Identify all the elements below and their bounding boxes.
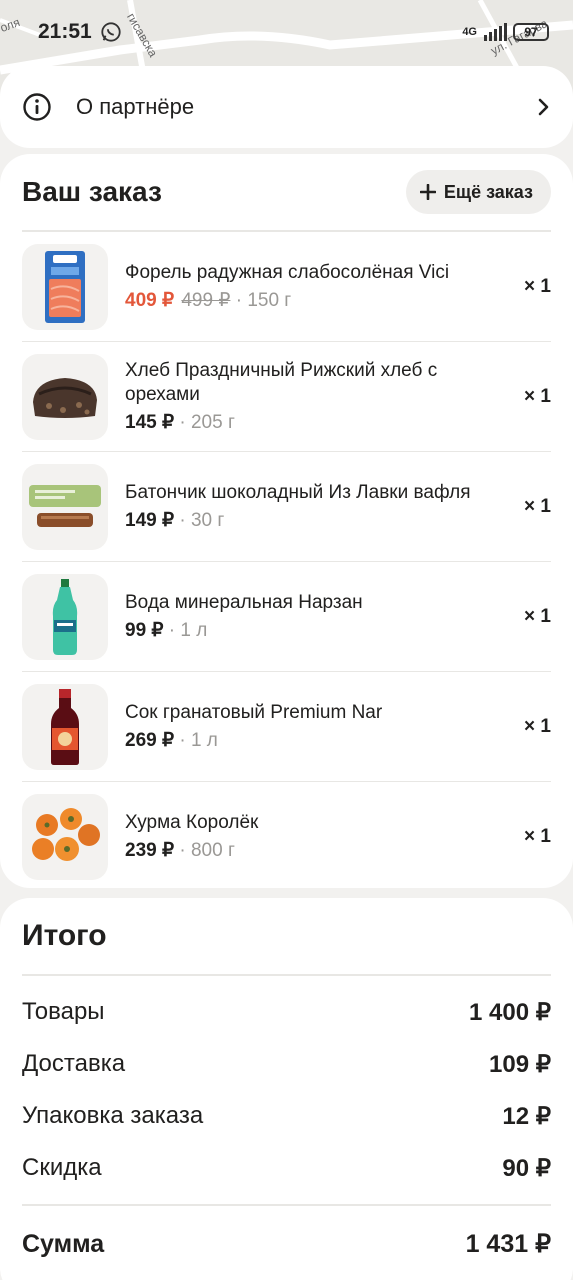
order-item[interactable]: Вода минеральная Нарзан 99 ₽ · 1 л × 1 <box>22 562 551 672</box>
item-name: Хлеб Праздничный Рижский хлеб с орехами <box>125 359 438 405</box>
item-weight: · 1 л <box>168 619 208 641</box>
network-type: 4G <box>462 25 477 38</box>
item-price: 409 ₽ <box>125 289 175 311</box>
about-partner-label: О партнёре <box>76 94 195 119</box>
totals-row-label: Упаковка заказа <box>22 1102 204 1129</box>
battery-icon: 97 <box>513 23 549 41</box>
grand-total-value: 1 431 ₽ <box>465 1230 551 1258</box>
order-item[interactable]: Сок гранатовый Premium Nar 269 ₽ · 1 л ×… <box>22 672 551 782</box>
order-item[interactable]: Хурма Королёк 239 ₽ · 800 г × 1 <box>22 782 551 892</box>
totals-row-value: 1 400 ₽ <box>469 998 551 1026</box>
totals-row-label: Скидка <box>22 1154 102 1181</box>
status-bar: 21:51 4G 97 <box>0 0 573 64</box>
totals-row-label: Товары <box>22 998 105 1025</box>
item-weight: · 800 г <box>179 840 235 861</box>
bread-icon <box>22 353 108 440</box>
order-header: Ваш заказ Ещё заказ <box>22 154 551 230</box>
juice-bottle-icon <box>22 683 108 770</box>
signal-icon <box>484 23 507 41</box>
item-name: Батончик шоколадный Из Лавки вафля <box>125 481 471 503</box>
totals-row-value: 90 ₽ <box>502 1154 551 1182</box>
totals-row: Упаковка заказа 12 ₽ <box>22 1090 551 1142</box>
item-quantity: × 1 <box>524 385 551 407</box>
totals-row-label: Доставка <box>22 1050 126 1077</box>
chevron-right-icon <box>538 98 549 116</box>
persimmon-icon <box>22 794 108 880</box>
item-price: 145 ₽ <box>125 411 175 433</box>
item-price: 149 ₽ <box>125 509 175 531</box>
info-icon <box>23 93 51 121</box>
add-more-order-button[interactable]: Ещё заказ <box>405 170 551 214</box>
item-name: Хурма Королёк <box>125 812 259 833</box>
order-item[interactable]: Форель радужная слабосолёная Vici 409 ₽ … <box>22 232 551 342</box>
item-weight: · 30 г <box>179 509 225 531</box>
totals-row-value: 12 ₽ <box>502 1102 551 1130</box>
order-card: Ваш заказ Ещё заказ Форель радужная слаб… <box>0 154 573 888</box>
totals-row: Товары 1 400 ₽ <box>22 986 551 1038</box>
chocolate-bar-icon <box>22 463 108 550</box>
status-time: 21:51 <box>38 20 92 43</box>
totals-card: Итого Товары 1 400 ₽ Доставка 109 ₽ Упак… <box>0 898 573 1280</box>
item-quantity: × 1 <box>524 715 551 737</box>
about-partner-row[interactable]: О партнёре <box>0 66 573 148</box>
item-weight: · 1 л <box>179 729 218 751</box>
order-item[interactable]: Хлеб Праздничный Рижский хлеб с орехами … <box>22 342 551 452</box>
totals-row: Доставка 109 ₽ <box>22 1038 551 1090</box>
grand-total-row: Сумма 1 431 ₽ <box>22 1206 551 1280</box>
totals-title: Итого <box>22 919 107 952</box>
item-name: Сок гранатовый Premium Nar <box>125 701 383 723</box>
item-name: Форель радужная слабосолёная Vici <box>125 261 450 283</box>
add-more-order-label: Ещё заказ <box>443 181 533 202</box>
whatsapp-icon <box>101 22 121 42</box>
item-price: 239 ₽ <box>125 840 175 861</box>
item-name: Вода минеральная Нарзан <box>125 591 363 613</box>
item-quantity: × 1 <box>524 495 551 517</box>
order-item[interactable]: Батончик шоколадный Из Лавки вафля 149 ₽… <box>22 452 551 562</box>
item-quantity: × 1 <box>524 605 551 627</box>
item-quantity: × 1 <box>524 275 551 297</box>
item-weight: · 150 г <box>235 289 292 311</box>
totals-row: Скидка 90 ₽ <box>22 1142 551 1194</box>
plus-icon <box>419 184 436 200</box>
order-title: Ваш заказ <box>22 176 162 207</box>
item-quantity: × 1 <box>524 826 551 847</box>
fish-pack-icon <box>22 243 108 330</box>
item-price: 99 ₽ <box>125 619 164 641</box>
water-bottle-icon <box>22 573 108 660</box>
totals-row-value: 109 ₽ <box>489 1050 551 1078</box>
item-weight: · 205 г <box>179 411 235 433</box>
grand-total-label: Сумма <box>22 1229 105 1258</box>
item-price: 269 ₽ <box>125 729 175 751</box>
item-old-price: 499 ₽ <box>181 289 231 311</box>
